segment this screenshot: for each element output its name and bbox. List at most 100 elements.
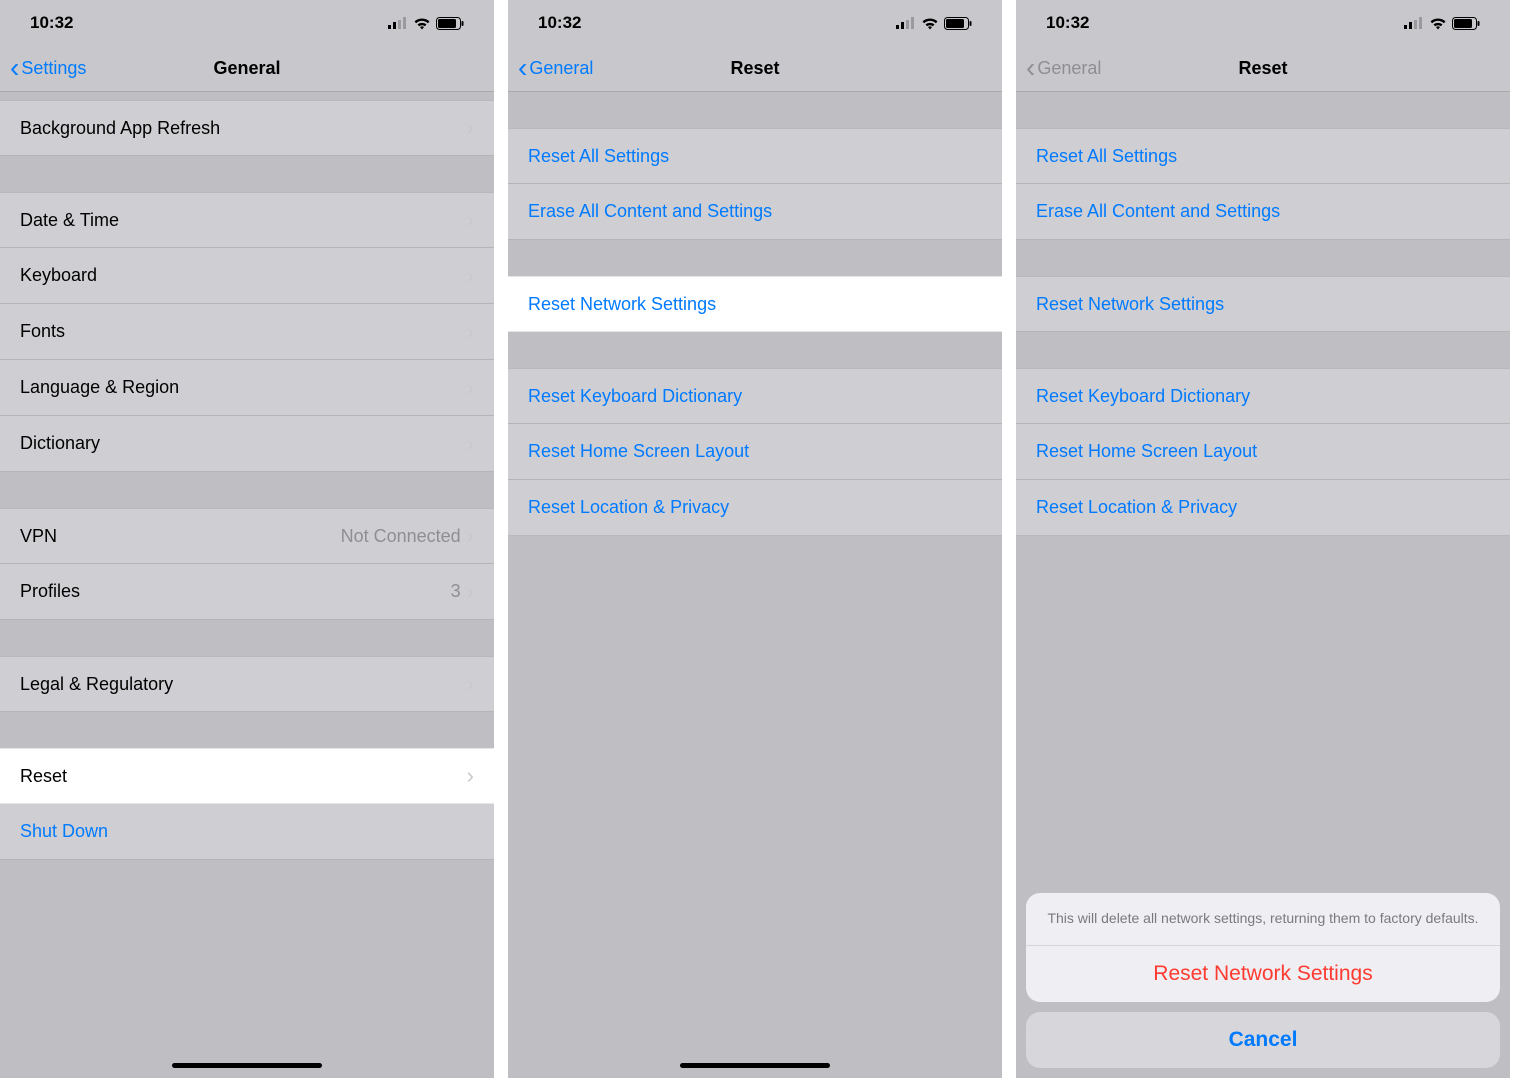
back-button[interactable]: ‹ General: [1016, 55, 1101, 83]
wifi-icon: [921, 17, 939, 30]
row-value: Not Connected: [341, 526, 461, 547]
back-label: General: [1037, 58, 1101, 79]
chevron-right-icon: ›: [467, 115, 474, 141]
row-label: Reset Network Settings: [528, 294, 982, 315]
row-label: Date & Time: [20, 210, 467, 231]
row-label: Erase All Content and Settings: [1036, 201, 1490, 222]
row-label: Reset All Settings: [1036, 146, 1490, 167]
status-indicators: [896, 17, 972, 30]
nav-bar: ‹ Settings General: [0, 46, 494, 92]
row-reset[interactable]: Reset ›: [0, 748, 494, 804]
back-label: General: [529, 58, 593, 79]
action-sheet-message: This will delete all network settings, r…: [1026, 893, 1500, 946]
row-label: Profiles: [20, 581, 451, 602]
screen-reset: 10:32 ‹ General Reset Reset All Settings…: [508, 0, 1016, 1078]
row-label: Reset: [20, 766, 467, 787]
status-bar: 10:32: [508, 0, 1002, 46]
back-button[interactable]: ‹ Settings: [0, 55, 86, 83]
row-shut-down[interactable]: Shut Down: [0, 804, 494, 860]
row-label: Keyboard: [20, 265, 467, 286]
chevron-right-icon: ›: [467, 523, 474, 549]
back-button[interactable]: ‹ General: [508, 55, 593, 83]
row-keyboard[interactable]: Keyboard ›: [0, 248, 494, 304]
row-reset-home[interactable]: Reset Home Screen Layout: [1016, 424, 1510, 480]
status-bar: 10:32: [1016, 0, 1510, 46]
cellular-icon: [388, 17, 408, 29]
row-label: Reset All Settings: [528, 146, 982, 167]
status-time: 10:32: [1046, 13, 1089, 33]
wifi-icon: [1429, 17, 1447, 30]
chevron-right-icon: ›: [467, 431, 474, 457]
action-sheet-block: This will delete all network settings, r…: [1026, 893, 1500, 1002]
chevron-left-icon: ‹: [1026, 54, 1035, 82]
reset-list: Reset All Settings Erase All Content and…: [508, 92, 1002, 1078]
action-reset-network[interactable]: Reset Network Settings: [1026, 946, 1500, 1002]
row-reset-all[interactable]: Reset All Settings: [1016, 128, 1510, 184]
status-time: 10:32: [538, 13, 581, 33]
wifi-icon: [413, 17, 431, 30]
row-label: Reset Keyboard Dictionary: [528, 386, 982, 407]
home-indicator[interactable]: [680, 1063, 830, 1068]
row-profiles[interactable]: Profiles 3 ›: [0, 564, 494, 620]
row-reset-keyboard[interactable]: Reset Keyboard Dictionary: [1016, 368, 1510, 424]
row-reset-location[interactable]: Reset Location & Privacy: [1016, 480, 1510, 536]
row-background-app-refresh[interactable]: Background App Refresh ›: [0, 100, 494, 156]
battery-icon: [1452, 17, 1480, 30]
row-reset-network[interactable]: Reset Network Settings: [508, 276, 1002, 332]
row-fonts[interactable]: Fonts ›: [0, 304, 494, 360]
chevron-right-icon: ›: [467, 263, 474, 289]
battery-icon: [436, 17, 464, 30]
status-indicators: [1404, 17, 1480, 30]
row-label: Reset Location & Privacy: [528, 497, 982, 518]
row-erase-all[interactable]: Erase All Content and Settings: [508, 184, 1002, 240]
row-label: Shut Down: [20, 821, 474, 842]
status-time: 10:32: [30, 13, 73, 33]
row-language-region[interactable]: Language & Region ›: [0, 360, 494, 416]
chevron-left-icon: ‹: [518, 54, 527, 82]
row-erase-all[interactable]: Erase All Content and Settings: [1016, 184, 1510, 240]
screen-reset-confirm: 10:32 ‹ General Reset Reset All Settings…: [1016, 0, 1524, 1078]
row-label: Reset Home Screen Layout: [528, 441, 982, 462]
battery-icon: [944, 17, 972, 30]
row-reset-all[interactable]: Reset All Settings: [508, 128, 1002, 184]
row-label: Reset Location & Privacy: [1036, 497, 1490, 518]
row-value: 3: [451, 581, 461, 602]
chevron-right-icon: ›: [467, 207, 474, 233]
chevron-right-icon: ›: [467, 319, 474, 345]
chevron-right-icon: ›: [467, 579, 474, 605]
row-reset-location[interactable]: Reset Location & Privacy: [508, 480, 1002, 536]
row-reset-keyboard[interactable]: Reset Keyboard Dictionary: [508, 368, 1002, 424]
row-label: Dictionary: [20, 433, 467, 454]
home-indicator[interactable]: [172, 1063, 322, 1068]
row-label: Language & Region: [20, 377, 467, 398]
row-date-time[interactable]: Date & Time ›: [0, 192, 494, 248]
general-list: Background App Refresh › Date & Time › K…: [0, 92, 494, 1078]
action-cancel[interactable]: Cancel: [1026, 1012, 1500, 1068]
status-indicators: [388, 17, 464, 30]
row-label: VPN: [20, 526, 341, 547]
action-sheet: This will delete all network settings, r…: [1026, 893, 1500, 1068]
cellular-icon: [1404, 17, 1424, 29]
row-reset-network[interactable]: Reset Network Settings: [1016, 276, 1510, 332]
row-legal[interactable]: Legal & Regulatory ›: [0, 656, 494, 712]
row-label: Reset Network Settings: [1036, 294, 1490, 315]
nav-bar: ‹ General Reset: [1016, 46, 1510, 92]
row-label: Reset Home Screen Layout: [1036, 441, 1490, 462]
row-label: Reset Keyboard Dictionary: [1036, 386, 1490, 407]
chevron-right-icon: ›: [467, 671, 474, 697]
row-label: Erase All Content and Settings: [528, 201, 982, 222]
cellular-icon: [896, 17, 916, 29]
row-label: Fonts: [20, 321, 467, 342]
chevron-right-icon: ›: [467, 763, 474, 789]
row-label: Legal & Regulatory: [20, 674, 467, 695]
back-label: Settings: [21, 58, 86, 79]
nav-bar: ‹ General Reset: [508, 46, 1002, 92]
row-label: Background App Refresh: [20, 118, 467, 139]
screen-general: 10:32 ‹ Settings General Background App …: [0, 0, 508, 1078]
status-bar: 10:32: [0, 0, 494, 46]
chevron-right-icon: ›: [467, 375, 474, 401]
row-dictionary[interactable]: Dictionary ›: [0, 416, 494, 472]
chevron-left-icon: ‹: [10, 54, 19, 82]
row-reset-home[interactable]: Reset Home Screen Layout: [508, 424, 1002, 480]
row-vpn[interactable]: VPN Not Connected ›: [0, 508, 494, 564]
